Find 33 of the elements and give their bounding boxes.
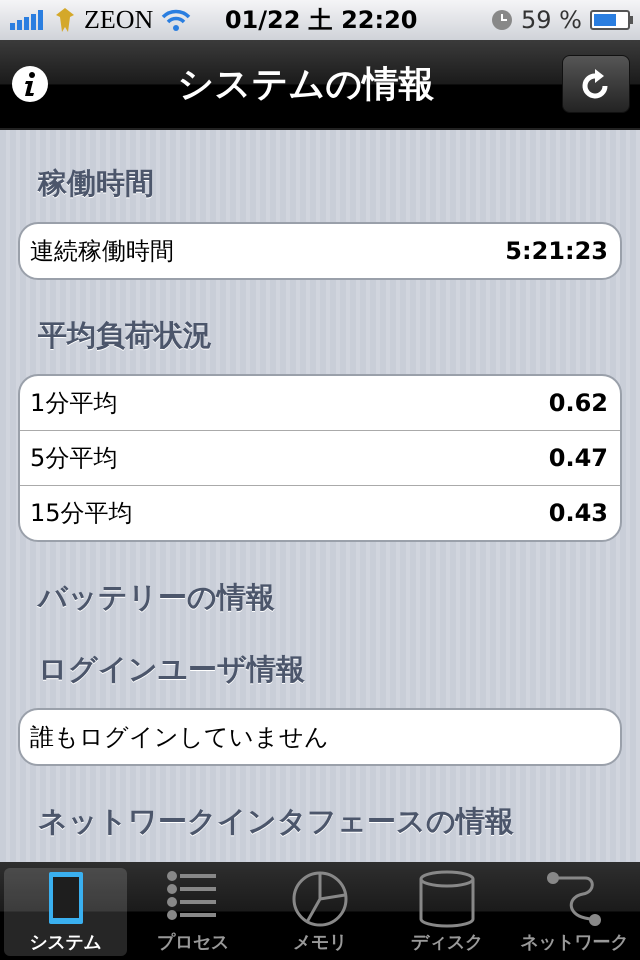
tab[interactable]: メモリ (258, 868, 382, 956)
row-label: 誰もログインしていません (30, 722, 329, 753)
row-label: 15分平均 (30, 498, 133, 529)
clock-icon (491, 9, 513, 31)
row-label: 連続稼働時間 (30, 236, 174, 267)
cylinder-icon (418, 870, 476, 928)
tab[interactable]: プロセス (131, 868, 254, 956)
section-header: バッテリーの情報 (36, 579, 276, 616)
tab[interactable]: ディスク (386, 868, 509, 956)
section-header: 稼働時間 (36, 165, 155, 202)
signal-icon (10, 10, 46, 30)
row-label: 5分平均 (30, 443, 118, 474)
row-value: 5:21:23 (505, 237, 608, 265)
row-label: 1分平均 (30, 388, 118, 419)
section-header: ネットワークインタフェースの情報 (37, 803, 515, 840)
row-value: 0.62 (548, 389, 608, 417)
nav-title: システムの情報 (178, 62, 434, 106)
battery-percent: 59 % (521, 6, 582, 34)
tab[interactable]: システム (4, 868, 128, 956)
emblem-icon (54, 7, 76, 33)
tab[interactable]: ネットワーク (512, 868, 636, 956)
section-header: 平均負荷状況 (37, 317, 213, 354)
refresh-button[interactable] (562, 55, 630, 113)
info-icon[interactable] (10, 64, 50, 104)
carrier-name: ZEON (84, 5, 154, 35)
network-icon (545, 870, 604, 928)
status-datetime: 01/22 土 22:20 (224, 5, 418, 36)
battery-icon (590, 9, 634, 31)
wifi-icon (161, 9, 192, 31)
section-header: ログインユーザ情報 (37, 651, 306, 688)
row-value: 0.47 (548, 444, 608, 472)
pie-chart-icon (291, 870, 349, 928)
row-value: 0.43 (548, 499, 608, 527)
